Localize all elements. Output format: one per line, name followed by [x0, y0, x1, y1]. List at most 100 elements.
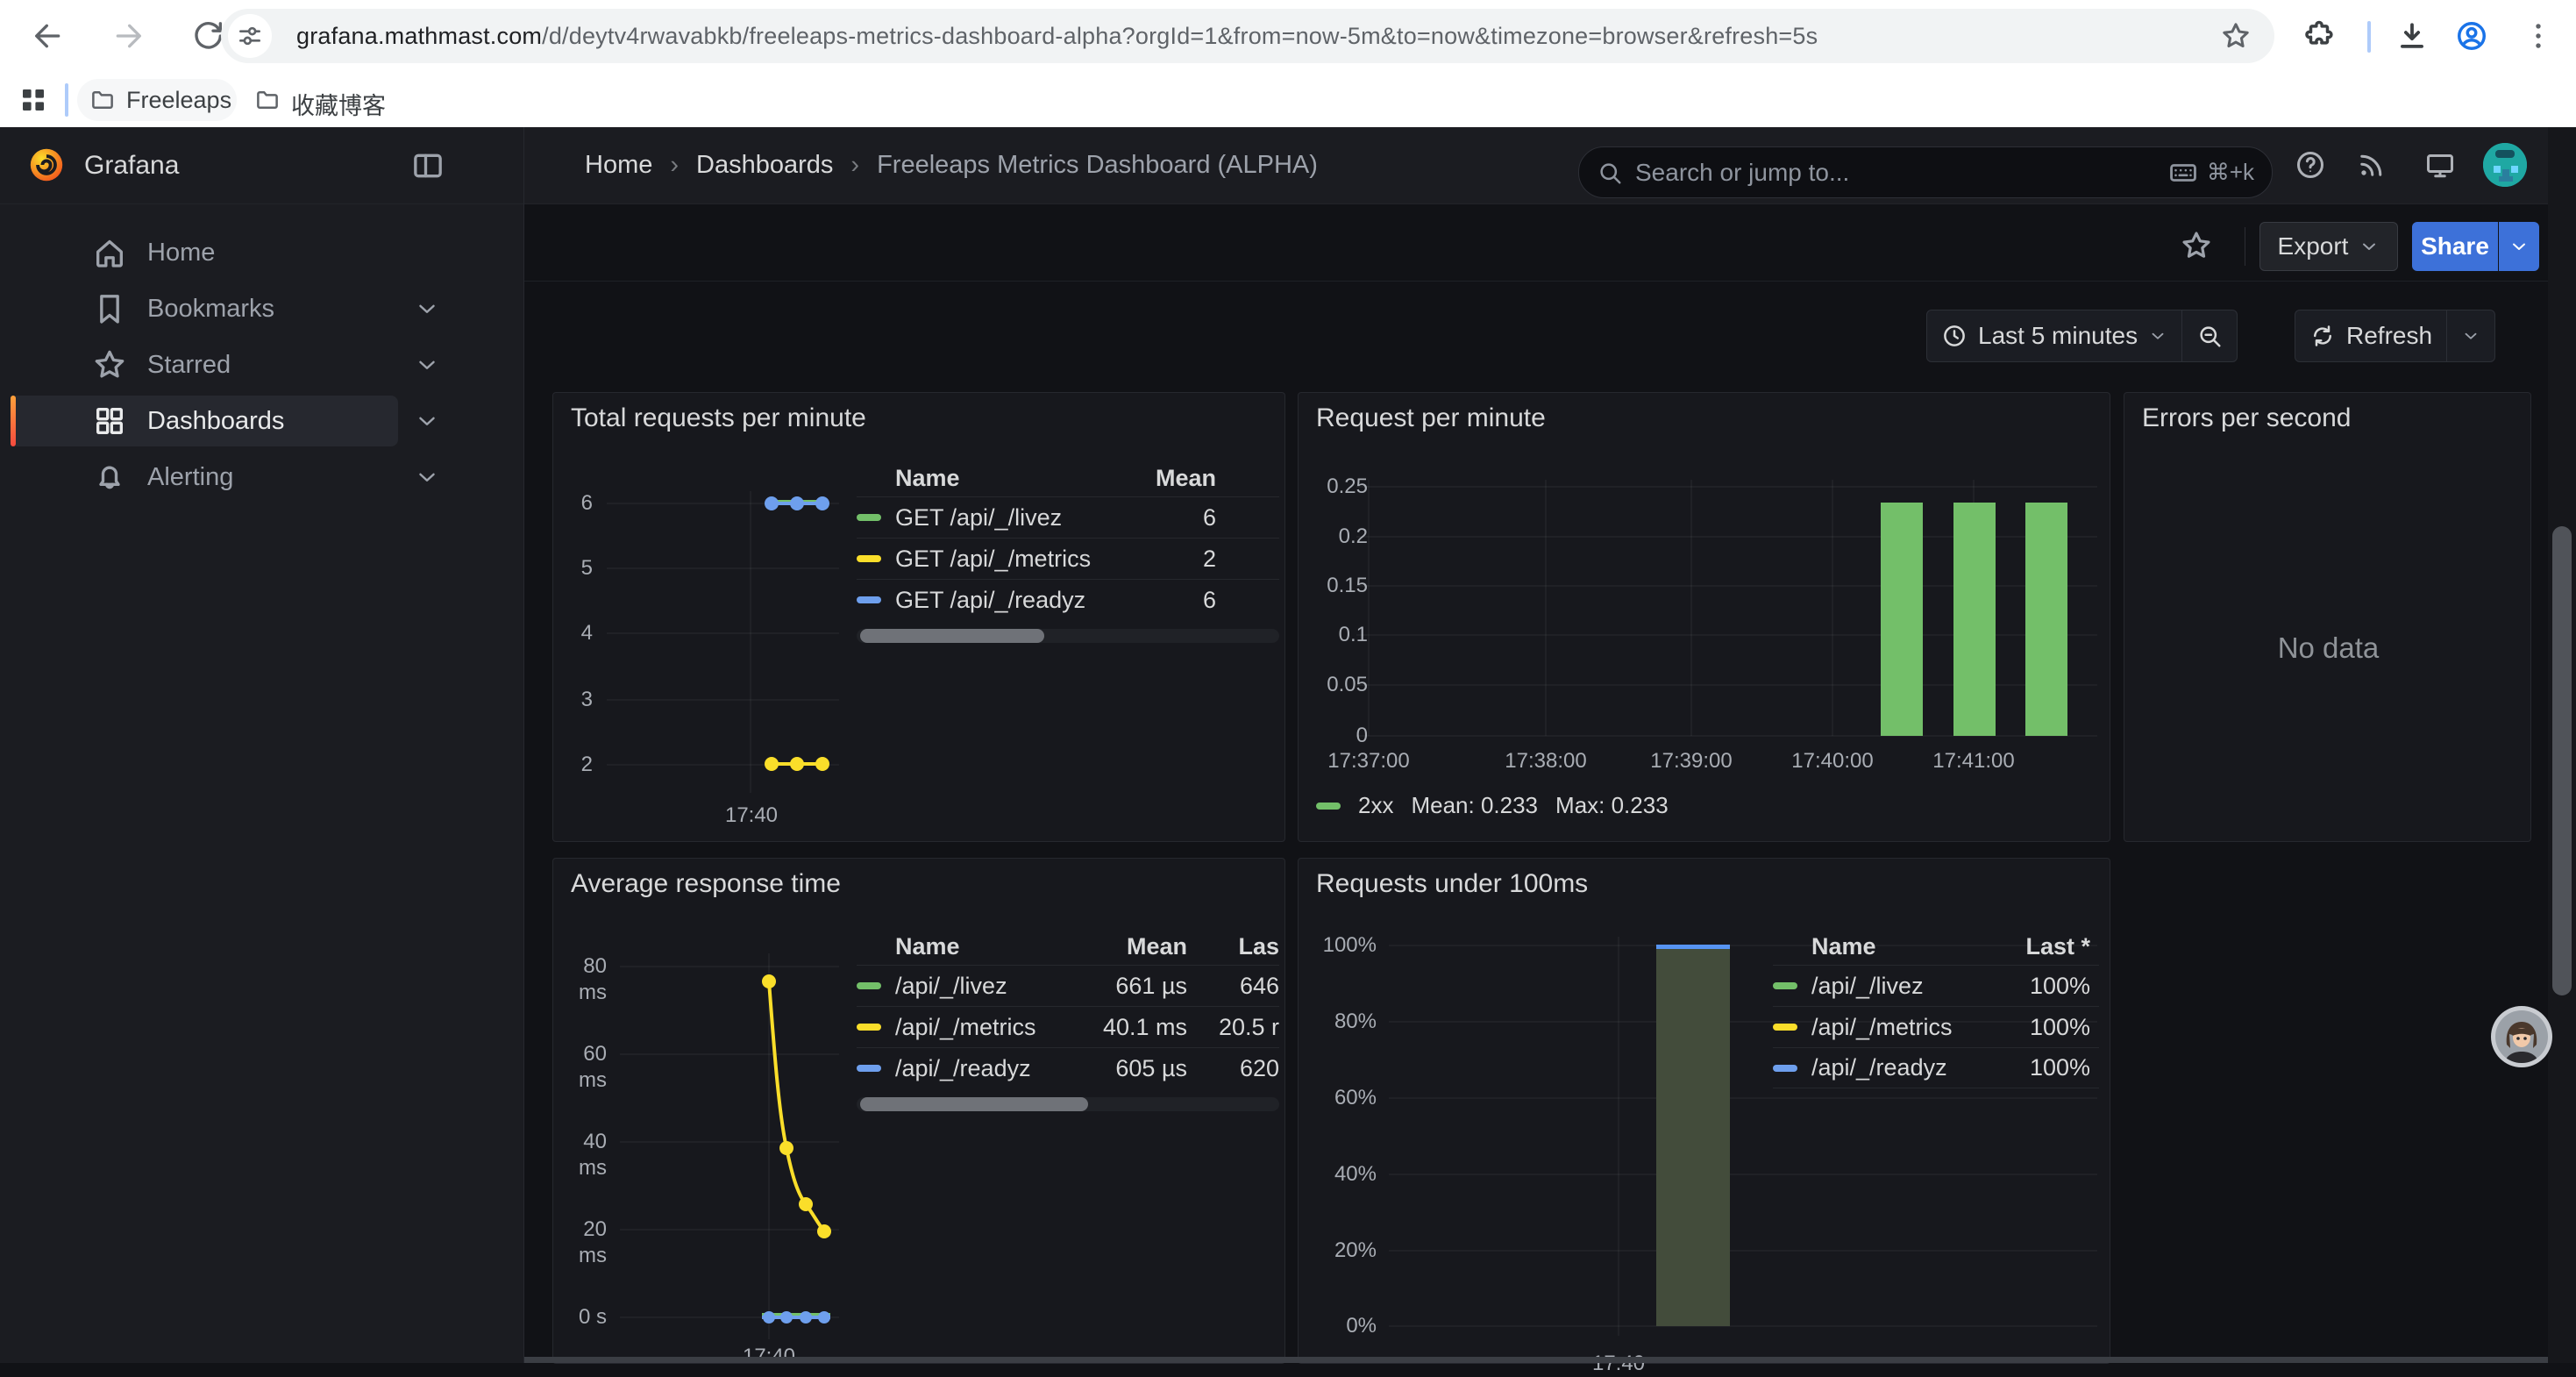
chevron-down-icon[interactable]	[414, 352, 440, 378]
panel-title[interactable]: Average response time	[571, 869, 841, 899]
legend-row[interactable]: GET /api/_/livez 6	[857, 496, 1279, 538]
url-text: grafana.mathmast.com/d/deytv4rwavabkb/fr…	[296, 9, 1818, 63]
timeseries-chart[interactable]	[607, 481, 839, 801]
legend-header-name[interactable]: Name	[895, 933, 1073, 960]
brand-title[interactable]: Grafana	[84, 127, 179, 203]
floating-assistant-avatar[interactable]	[2491, 1006, 2552, 1067]
series-name[interactable]: /api/_/metrics	[1811, 1014, 1985, 1041]
bar-chart[interactable]	[1356, 480, 2097, 743]
user-avatar[interactable]	[2483, 143, 2527, 187]
legend-header-mean[interactable]: Mean	[1111, 465, 1279, 492]
series-swatch	[857, 555, 881, 562]
legend-header-last[interactable]: Last *	[1985, 933, 2099, 960]
zoom-out-button[interactable]	[2182, 310, 2237, 361]
downloads-button[interactable]	[2395, 19, 2429, 53]
bookmark-folder-blogs[interactable]: 收藏博客	[254, 79, 421, 121]
series-last: 20.5 r	[1198, 1014, 1279, 1041]
sidebar-item-starred[interactable]: Starred	[0, 339, 523, 390]
bookmark-folder-freeleaps[interactable]: Freeleaps	[77, 79, 237, 121]
panel-total-requests: Total requests per minute 6 5 4 3 2	[552, 392, 1285, 842]
series-name[interactable]: /api/_/metrics	[895, 1014, 1073, 1041]
sidebar-item-bookmarks[interactable]: Bookmarks	[0, 283, 523, 334]
refresh-button[interactable]: Refresh	[2295, 310, 2446, 361]
series-name[interactable]: GET /api/_/readyz	[895, 587, 1111, 614]
refresh-interval-button[interactable]	[2447, 310, 2494, 361]
chevron-down-icon[interactable]	[414, 464, 440, 490]
chevron-down-icon[interactable]	[414, 408, 440, 434]
export-button[interactable]: Export	[2259, 222, 2398, 271]
legend-header-name[interactable]: Name	[895, 465, 1111, 492]
apps-grid-icon	[18, 84, 49, 116]
search-input[interactable]: Search or jump to... ⌘+k	[1578, 146, 2273, 198]
display-button[interactable]	[2424, 149, 2456, 181]
legend-row[interactable]: /api/_/readyz 100%	[1773, 1047, 2099, 1088]
breadcrumb-home[interactable]: Home	[585, 151, 652, 180]
series-max-stat: Max: 0.233	[1555, 792, 1669, 819]
time-range-picker[interactable]: Last 5 minutes	[1927, 310, 2181, 361]
help-icon	[2295, 149, 2326, 181]
series-name[interactable]: /api/_/livez	[1811, 973, 1985, 1000]
page-scrollbar-thumb[interactable]	[2552, 526, 2572, 995]
legend-row[interactable]: /api/_/readyz 605 µs 620	[857, 1047, 1279, 1088]
site-settings-button[interactable]	[228, 14, 272, 58]
legend-header-mean[interactable]: Mean	[1073, 933, 1187, 960]
legend-row[interactable]: /api/_/livez 661 µs 646	[857, 965, 1279, 1006]
panel-title[interactable]: Requests under 100ms	[1316, 869, 1588, 899]
series-name[interactable]: GET /api/_/metrics	[895, 546, 1111, 573]
search-icon	[1597, 160, 1623, 186]
forward-button[interactable]	[110, 18, 146, 54]
legend-header-name[interactable]: Name	[1811, 933, 1985, 960]
panel-request-per-minute: Request per minute 0.25 0.2 0.15 0.1 0.0…	[1298, 392, 2110, 842]
share-button[interactable]: Share	[2412, 222, 2498, 271]
page-scrollbar[interactable]	[2548, 127, 2576, 1363]
no-data-message: No data	[2124, 631, 2532, 665]
grafana-logo[interactable]	[26, 145, 67, 185]
sidebar-toggle-button[interactable]	[410, 148, 445, 183]
extensions-button[interactable]	[2302, 19, 2336, 53]
legend-scrollbar[interactable]	[857, 629, 1279, 643]
legend-scrollbar-thumb[interactable]	[860, 629, 1044, 643]
reload-button[interactable]	[190, 18, 225, 54]
panel-title[interactable]: Total requests per minute	[571, 403, 866, 433]
horizontal-scrollbar[interactable]	[524, 1357, 2548, 1363]
bookmark-star-button[interactable]	[2220, 20, 2252, 52]
bookmark-icon	[92, 291, 127, 326]
series-name[interactable]: /api/_/readyz	[1811, 1054, 1985, 1081]
series-name[interactable]: /api/_/readyz	[895, 1055, 1073, 1082]
favorite-dashboard-button[interactable]	[2180, 229, 2213, 262]
timeseries-chart[interactable]	[620, 953, 839, 1339]
legend-row[interactable]: /api/_/metrics 40.1 ms 20.5 r	[857, 1006, 1279, 1047]
sidebar-item-label: Bookmarks	[147, 283, 274, 334]
url-bar[interactable]: grafana.mathmast.com/d/deytv4rwavabkb/fr…	[221, 9, 2274, 63]
sidebar-item-home[interactable]: Home	[0, 227, 523, 278]
sidebar-item-alerting[interactable]: Alerting	[0, 452, 523, 503]
series-name[interactable]: 2xx	[1358, 792, 1393, 819]
series-mean: 6	[1111, 504, 1279, 532]
legend-row[interactable]: /api/_/metrics 100%	[1773, 1006, 2099, 1047]
legend-header-last[interactable]: Las	[1198, 933, 1279, 960]
share-menu-button[interactable]	[2499, 222, 2539, 271]
reload-icon	[190, 18, 225, 54]
legend-scrollbar[interactable]	[857, 1097, 1279, 1111]
series-name[interactable]: GET /api/_/livez	[895, 504, 1111, 532]
panel-title[interactable]: Request per minute	[1316, 403, 1546, 433]
clock-icon	[1941, 323, 1968, 349]
browser-menu-button[interactable]	[2522, 19, 2555, 53]
legend-row[interactable]: GET /api/_/metrics 2	[857, 538, 1279, 579]
chevron-down-icon[interactable]	[414, 296, 440, 322]
back-button[interactable]	[31, 18, 66, 54]
breadcrumb-dashboards[interactable]: Dashboards	[696, 151, 833, 180]
panel-title[interactable]: Errors per second	[2142, 403, 2351, 433]
profile-button[interactable]	[2455, 19, 2488, 53]
legend-row[interactable]: GET /api/_/readyz 6	[857, 579, 1279, 620]
legend-scrollbar-thumb[interactable]	[860, 1097, 1088, 1111]
keyboard-icon	[2168, 158, 2198, 188]
y-tick: 3	[553, 687, 593, 713]
news-button[interactable]	[2356, 149, 2387, 181]
legend-row[interactable]: /api/_/livez 100%	[1773, 965, 2099, 1006]
series-name[interactable]: /api/_/livez	[895, 973, 1073, 1000]
search-placeholder: Search or jump to...	[1635, 159, 2168, 187]
sidebar-item-dashboards[interactable]: Dashboards	[0, 396, 523, 446]
help-button[interactable]	[2295, 149, 2326, 181]
apps-grid-button[interactable]	[18, 84, 49, 116]
